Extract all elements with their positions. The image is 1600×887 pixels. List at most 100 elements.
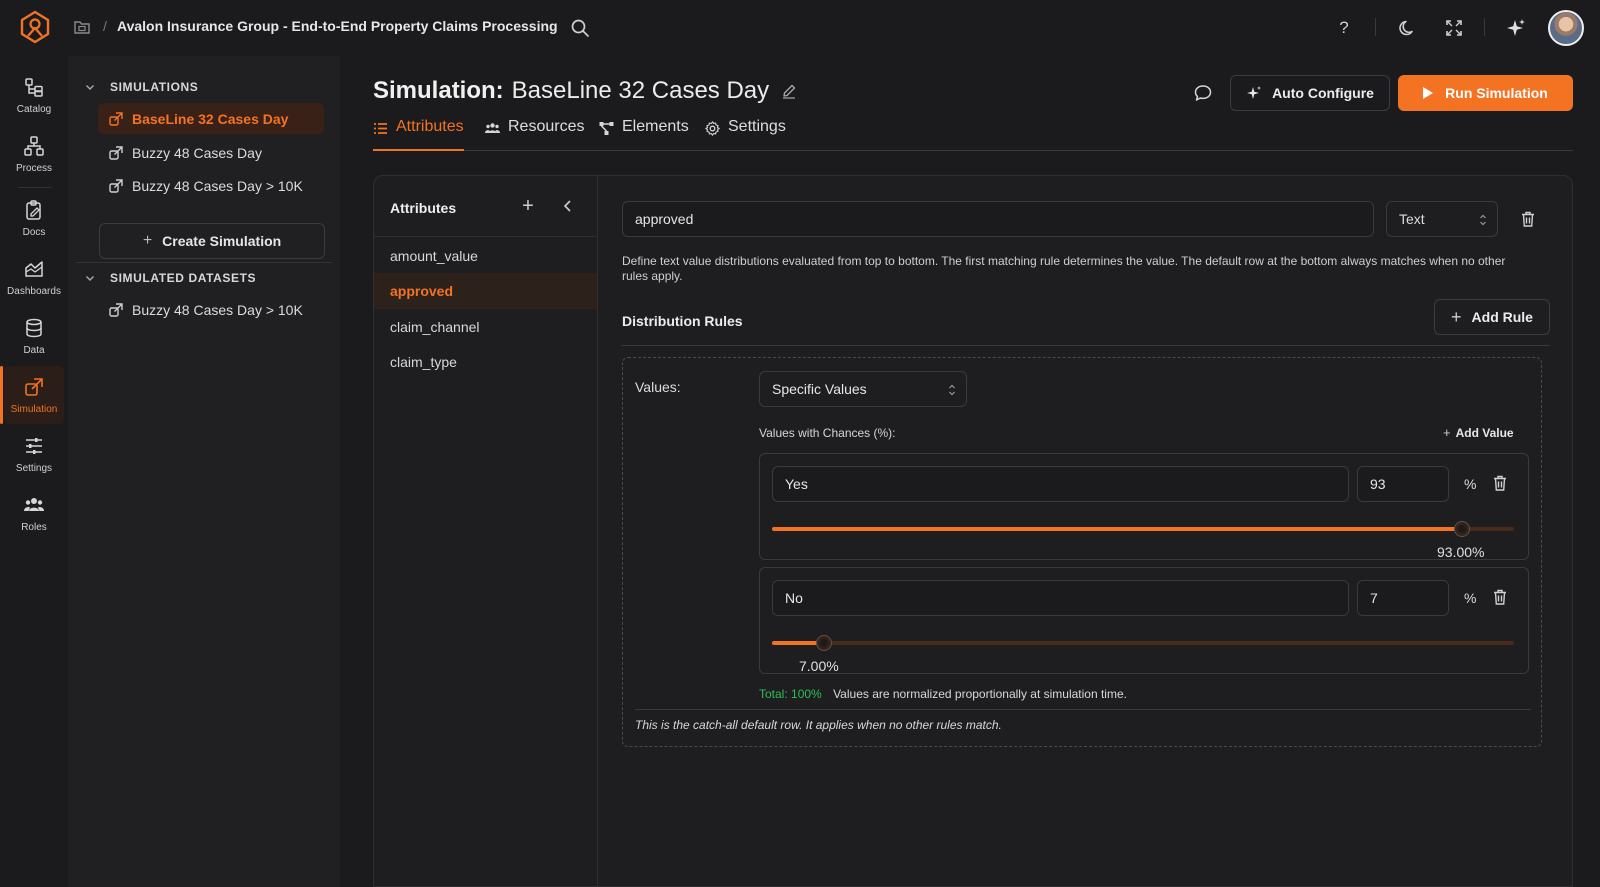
- value-name-input[interactable]: Yes: [772, 466, 1349, 502]
- add-rule-button[interactable]: + Add Rule: [1434, 299, 1550, 335]
- values-with-chances-label: Values with Chances (%):: [759, 426, 896, 440]
- database-icon: [26, 318, 42, 337]
- fullscreen-icon[interactable]: [1443, 17, 1465, 39]
- sliders-icon: [26, 437, 42, 454]
- percent-sign: %: [1464, 476, 1477, 492]
- process-icon: [24, 135, 44, 156]
- moon-icon[interactable]: [1397, 17, 1419, 39]
- dataset-item-label: Buzzy 48 Cases Day > 10K: [132, 301, 303, 318]
- value-name-input[interactable]: No: [772, 580, 1349, 616]
- catch-all-note: This is the catch-all default row. It ap…: [635, 718, 1002, 732]
- slider-fill: [772, 527, 1462, 531]
- avatar[interactable]: [1548, 10, 1584, 46]
- nav-label: Settings: [15, 462, 53, 474]
- distribution-rules-title: Distribution Rules: [622, 313, 743, 329]
- folder-icon[interactable]: [73, 18, 91, 36]
- nav-docs[interactable]: Docs: [4, 189, 64, 247]
- nav-dashboards[interactable]: Dashboards: [4, 248, 64, 306]
- dataset-item[interactable]: Buzzy 48 Cases Day > 10K: [98, 294, 324, 325]
- tab-elements[interactable]: Elements: [599, 118, 689, 151]
- toolbar-divider: [1375, 18, 1376, 36]
- sparkle-icon[interactable]: [1505, 17, 1527, 39]
- chevron-left-icon[interactable]: [558, 196, 578, 216]
- simulation-name: BaseLine 32 Cases Day: [511, 77, 770, 104]
- delete-value-trash-icon[interactable]: [1491, 588, 1509, 606]
- gear-icon: [705, 121, 720, 136]
- nav-label: Simulation: [10, 403, 58, 415]
- attribute-editor: Text Define text value distributions eva…: [598, 176, 1572, 887]
- run-simulation-button[interactable]: Run Simulation: [1398, 75, 1573, 111]
- percent-sign: %: [1464, 590, 1477, 606]
- values-label: Values:: [635, 379, 681, 395]
- value-percent-input[interactable]: 93: [1357, 466, 1449, 502]
- comment-icon[interactable]: [1193, 83, 1213, 103]
- value-chance-slider[interactable]: [772, 522, 1514, 536]
- chevron-up-down-icon: [1480, 214, 1486, 226]
- simulations-section-toggle[interactable]: SIMULATIONS: [84, 80, 198, 94]
- nav-data[interactable]: Data: [4, 307, 64, 365]
- add-attribute-icon[interactable]: +: [516, 194, 540, 218]
- simulation-item[interactable]: BaseLine 32 Cases Day: [98, 103, 324, 134]
- distribution-divider: [622, 345, 1550, 346]
- slider-thumb[interactable]: [1455, 522, 1469, 536]
- attribute-list: Attributes + amount_value approved claim…: [374, 176, 598, 887]
- value-card: Yes 93 % 93.00%: [759, 453, 1529, 560]
- attribute-type-select[interactable]: Text: [1386, 201, 1498, 237]
- play-icon: [1423, 87, 1434, 99]
- value-chance-readout: 93.00%: [1437, 544, 1485, 560]
- total-percent: Total: 100%: [759, 687, 822, 701]
- tab-label: Settings: [728, 118, 786, 135]
- chevron-up-down-icon: [949, 384, 955, 396]
- app-logo-icon[interactable]: [18, 10, 52, 44]
- nav-label: Data: [23, 344, 45, 356]
- datasets-section-toggle[interactable]: SIMULATED DATASETS: [84, 271, 256, 285]
- slider-thumb[interactable]: [817, 636, 831, 650]
- create-simulation-button[interactable]: + Create Simulation: [99, 223, 325, 259]
- tab-resources[interactable]: Resources: [485, 118, 584, 151]
- nav-label: Process: [15, 162, 53, 174]
- nav-process[interactable]: Process: [4, 125, 64, 183]
- simulation-item[interactable]: Buzzy 48 Cases Day > 10K: [98, 170, 324, 201]
- delete-attribute-trash-icon[interactable]: [1519, 210, 1537, 228]
- value-chance-slider[interactable]: [772, 636, 1514, 650]
- attribute-name-input[interactable]: [622, 201, 1374, 237]
- simulation-item-label: Buzzy 48 Cases Day: [132, 144, 262, 161]
- values-mode-select[interactable]: Specific Values: [759, 371, 967, 407]
- page-title: Simulation: BaseLine 32 Cases Day: [373, 77, 797, 105]
- auto-configure-label: Auto Configure: [1272, 85, 1374, 101]
- create-simulation-label: Create Simulation: [162, 233, 282, 249]
- value-card: No 7 % 7.00%: [759, 567, 1529, 674]
- delete-value-trash-icon[interactable]: [1491, 474, 1509, 492]
- attribute-item[interactable]: claim_channel: [374, 309, 597, 345]
- datasets-heading: SIMULATED DATASETS: [110, 271, 257, 285]
- left-nav: Catalog Process Docs Dashboards Data Sim…: [0, 56, 68, 887]
- attribute-item[interactable]: claim_type: [374, 344, 597, 380]
- value-percent-input[interactable]: 7: [1357, 580, 1449, 616]
- attribute-item[interactable]: amount_value: [374, 238, 597, 274]
- simulations-sidebar: SIMULATIONS BaseLine 32 Cases Day Buzzy …: [68, 56, 340, 887]
- rule-box-divider: [635, 709, 1531, 710]
- tab-settings[interactable]: Settings: [705, 118, 786, 151]
- attribute-item[interactable]: approved: [374, 273, 597, 309]
- simulation-item[interactable]: Buzzy 48 Cases Day: [98, 137, 324, 168]
- auto-configure-button[interactable]: Auto Configure: [1230, 75, 1390, 111]
- tab-attributes[interactable]: Attributes: [373, 118, 464, 151]
- project-title[interactable]: Avalon Insurance Group - End-to-End Prop…: [117, 18, 558, 34]
- nav-settings[interactable]: Settings: [4, 425, 64, 483]
- tab-label: Attributes: [396, 118, 464, 135]
- help-icon[interactable]: ?: [1333, 17, 1355, 39]
- users-icon: [485, 123, 500, 133]
- simulations-heading: SIMULATIONS: [110, 80, 199, 94]
- nav-label: Dashboards: [7, 285, 61, 297]
- nav-simulation[interactable]: Simulation: [0, 366, 64, 424]
- nav-label: Docs: [22, 226, 46, 238]
- toolbar-divider: [1484, 18, 1485, 36]
- nav-roles[interactable]: Roles: [4, 484, 64, 542]
- add-value-button[interactable]: + Add Value: [1443, 425, 1514, 440]
- pencil-icon[interactable]: [781, 83, 797, 99]
- search-icon[interactable]: [570, 18, 590, 38]
- simulation-icon: [109, 178, 123, 193]
- simulation-icon: [25, 377, 43, 396]
- nav-catalog[interactable]: Catalog: [4, 66, 64, 124]
- dashboards-icon: [25, 260, 43, 277]
